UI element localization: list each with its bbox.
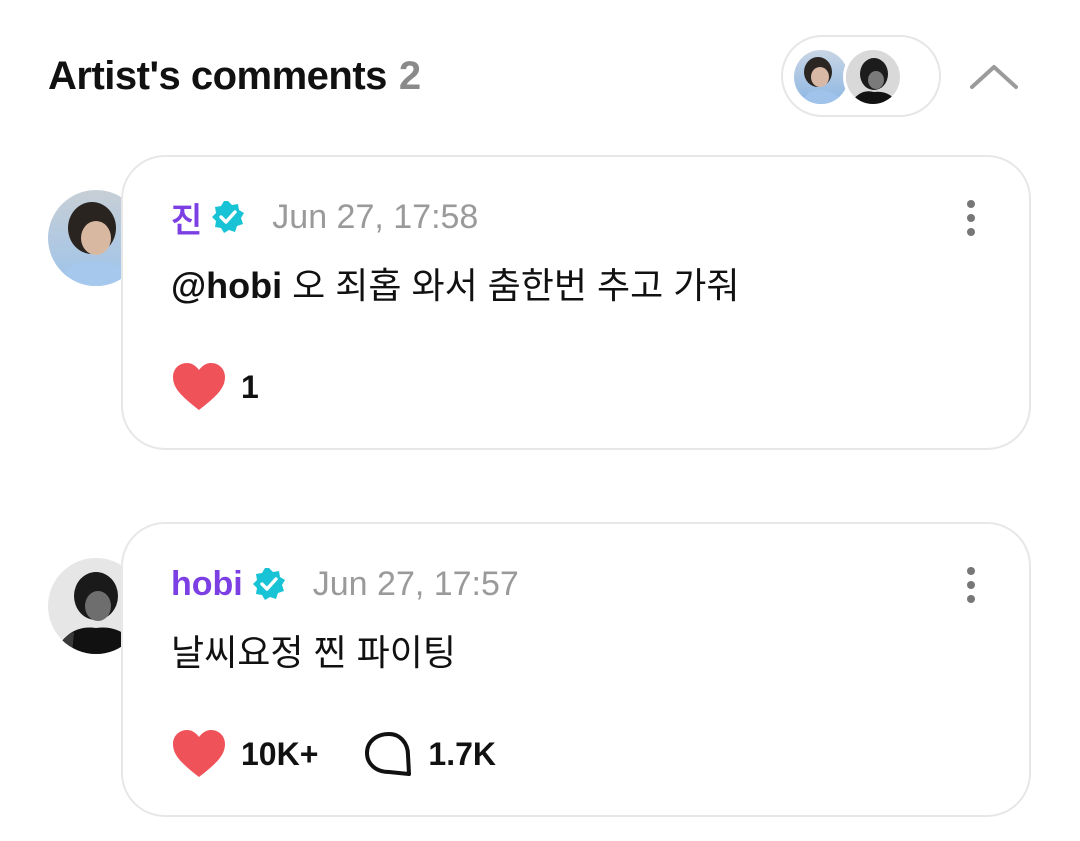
- author-name[interactable]: hobi: [171, 565, 243, 604]
- comment-bubble-icon[interactable]: [364, 731, 414, 777]
- more-vertical-icon: [967, 567, 975, 603]
- more-options-button[interactable]: [959, 566, 983, 604]
- more-options-button[interactable]: [959, 199, 983, 237]
- comment-actions: 10K+ 1.7K: [171, 729, 496, 779]
- comment-card: 진 Jun 27, 17:58 @hobi 오 죄홉 와서 춤한번 추고 가줘 …: [121, 155, 1031, 450]
- comment-count: 2: [398, 54, 421, 98]
- like-count: 1: [241, 368, 259, 405]
- collapse-button[interactable]: [966, 55, 1022, 95]
- author-name[interactable]: 진: [171, 193, 202, 242]
- comment-timestamp: Jun 27, 17:58: [272, 197, 479, 236]
- more-vertical-icon: [967, 200, 975, 236]
- heart-icon[interactable]: [171, 362, 227, 412]
- like-count: 10K+: [241, 735, 319, 772]
- comment-body: 날씨요정 찐 파이팅: [171, 632, 456, 673]
- section-title: Artist's comments 2: [48, 54, 421, 99]
- comment-header: hobi Jun 27, 17:57: [171, 564, 519, 604]
- comment-actions: 1: [171, 362, 259, 412]
- comment-text: @hobi 오 죄홉 와서 춤한번 추고 가줘: [171, 257, 740, 309]
- comment-text: 날씨요정 찐 파이팅: [171, 624, 456, 676]
- heart-icon[interactable]: [171, 729, 227, 779]
- verified-badge-icon: [212, 201, 245, 233]
- chevron-up-icon: [970, 65, 1018, 89]
- comment-body: 오 죄홉 와서 춤한번 추고 가줘: [282, 265, 740, 306]
- comments-header: Artist's comments 2: [0, 0, 1080, 150]
- section-title-label: Artist's comments: [48, 54, 387, 98]
- avatar: [843, 47, 903, 107]
- avatar: [791, 47, 851, 107]
- comment-timestamp: Jun 27, 17:57: [312, 564, 519, 603]
- comment-card: hobi Jun 27, 17:57 날씨요정 찐 파이팅 10K+ 1.7K: [121, 522, 1031, 817]
- mention-link[interactable]: @hobi: [171, 265, 282, 306]
- comment-header: 진 Jun 27, 17:58: [171, 197, 479, 240]
- reply-count: 1.7K: [428, 735, 496, 772]
- verified-badge-icon: [252, 568, 285, 600]
- artist-avatars-button[interactable]: [781, 35, 941, 117]
